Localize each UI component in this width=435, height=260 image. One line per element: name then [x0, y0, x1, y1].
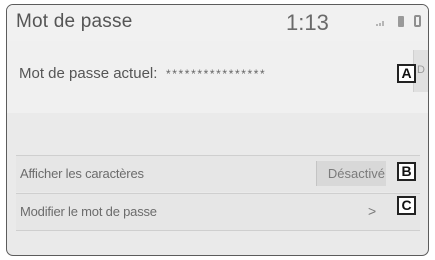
callout-a: A	[397, 64, 416, 83]
chevron-right-icon: >	[368, 203, 377, 219]
current-password-label: Mot de passe actuel:	[19, 65, 158, 82]
show-characters-label: Afficher les caractères	[20, 166, 144, 181]
page-title: Mot de passe	[16, 11, 133, 32]
change-password-label: Modifier le mot de passe	[20, 204, 157, 219]
signal-icon	[376, 21, 384, 26]
current-password-row: Mot de passe actuel: ****************	[7, 41, 428, 113]
battery-icon	[414, 15, 421, 27]
current-password-value: ****************	[166, 67, 267, 81]
show-characters-row[interactable]: Afficher les caractères Désactivé	[16, 155, 420, 192]
callout-c: C	[397, 196, 416, 215]
change-password-row[interactable]: Modifier le mot de passe >	[16, 193, 420, 231]
password-screen: Mot de passe 1:13 Mot de passe actuel: *…	[6, 4, 429, 256]
show-characters-toggle[interactable]: Désactivé	[316, 161, 386, 186]
side-button-label: D	[417, 64, 425, 76]
clock: 1:13	[286, 10, 329, 35]
phone-icon	[398, 16, 404, 27]
callout-b: B	[397, 162, 416, 181]
header-bar: Mot de passe 1:13	[7, 5, 428, 42]
